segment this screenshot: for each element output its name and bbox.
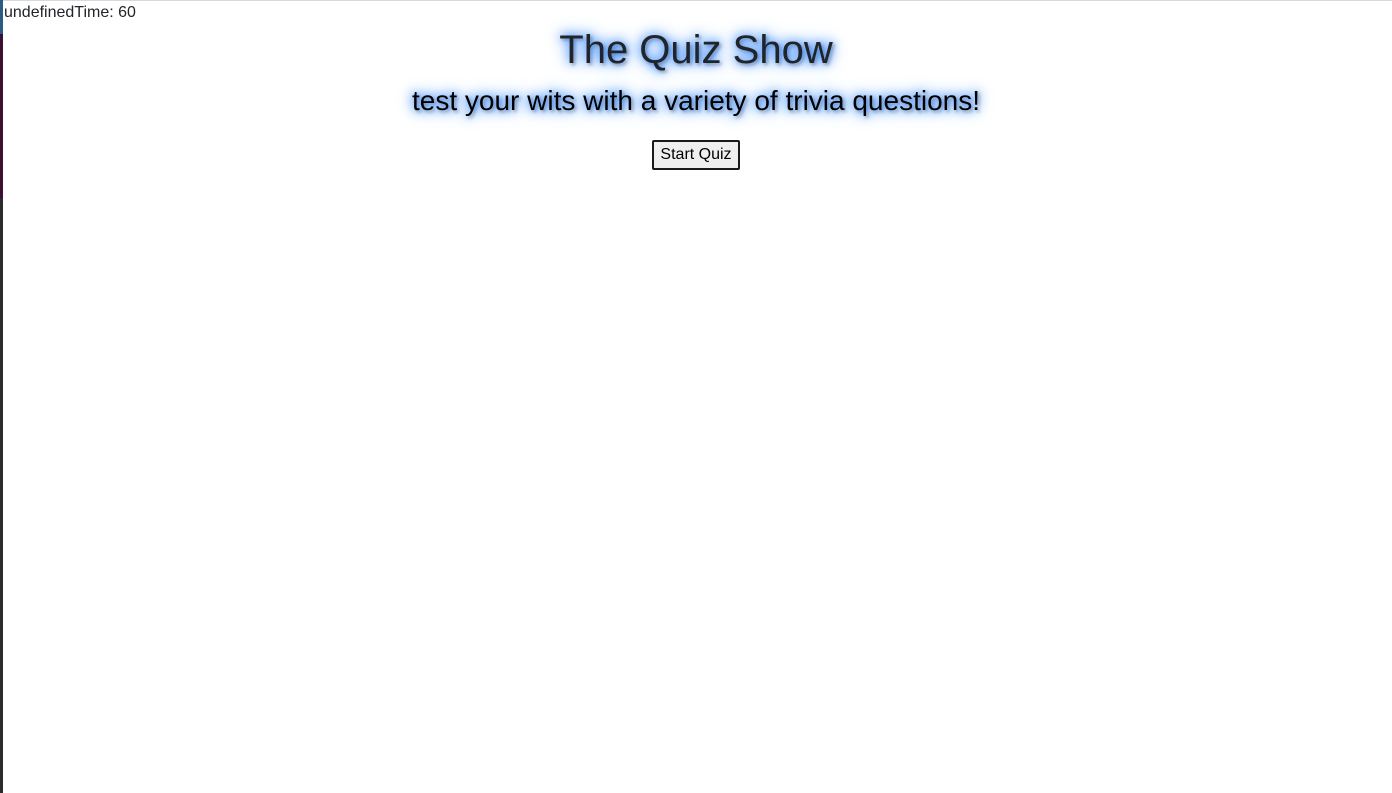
quiz-intro: The Quiz Show test your wits with a vari…	[0, 0, 1392, 170]
page-title: The Quiz Show	[559, 28, 833, 72]
start-quiz-button[interactable]: Start Quiz	[652, 140, 740, 170]
page-subtitle: test your wits with a variety of trivia …	[412, 85, 980, 116]
